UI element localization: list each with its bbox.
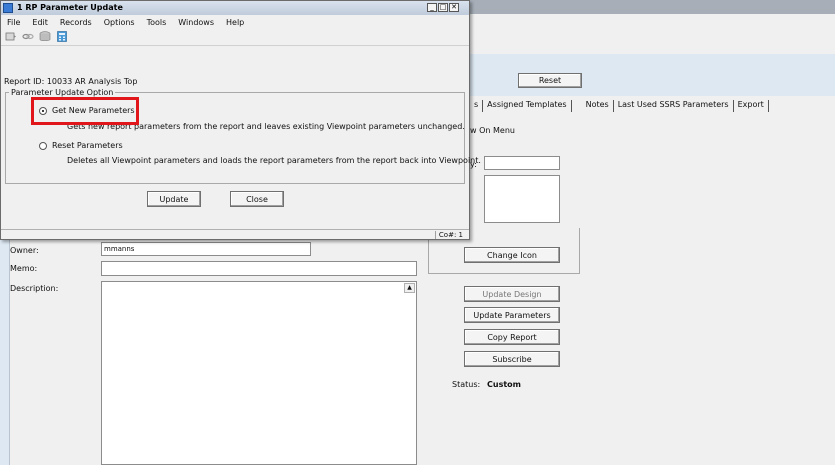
copy-report-button[interactable]: Copy Report <box>464 329 560 345</box>
icon-preview-box <box>484 175 560 223</box>
reset-parameters-label[interactable]: Reset Parameters <box>52 141 123 150</box>
memo-field[interactable] <box>101 261 417 276</box>
tab-assigned-templates[interactable]: Assigned Templates <box>483 100 572 112</box>
close-button[interactable]: Close <box>230 191 284 207</box>
menu-edit[interactable]: Edit <box>26 15 54 29</box>
dialog-title: 1 RP Parameter Update <box>17 3 123 12</box>
calculator-icon[interactable] <box>56 31 68 42</box>
menu-file[interactable]: File <box>1 15 26 29</box>
app-window-icon <box>3 3 13 13</box>
reset-parameters-description: Deletes all Viewpoint parameters and loa… <box>67 156 481 165</box>
minimize-icon[interactable]: _ <box>427 3 437 12</box>
report-id-label: Report ID: 10033 AR Analysis Top <box>4 77 138 86</box>
status-label: Status: <box>452 380 481 389</box>
tab-partial[interactable]: s <box>470 100 484 112</box>
reset-parameters-radio[interactable] <box>39 142 47 150</box>
menu-records[interactable]: Records <box>54 15 98 29</box>
y-field[interactable] <box>484 156 560 170</box>
menu-tools[interactable]: Tools <box>141 15 173 29</box>
selection-highlight-box <box>31 97 139 125</box>
subscribe-button[interactable]: Subscribe <box>464 351 560 367</box>
show-on-menu-label: w On Menu <box>470 126 515 135</box>
company-number-status: Co#: 1 <box>434 231 463 239</box>
maximize-icon[interactable]: □ <box>438 3 448 12</box>
option-group-title: Parameter Update Option <box>9 88 116 97</box>
menu-options[interactable]: Options <box>98 15 141 29</box>
tab-strip: s Assigned Templates Notes Last Used SSR… <box>470 100 769 112</box>
change-icon-button[interactable]: Change Icon <box>464 247 560 263</box>
database-icon[interactable] <box>39 31 51 42</box>
menu-help[interactable]: Help <box>220 15 250 29</box>
owner-field[interactable]: mmanns <box>101 242 311 256</box>
memo-label: Memo: <box>10 264 38 273</box>
close-window-icon[interactable]: ✕ <box>449 3 459 12</box>
update-design-button[interactable]: Update Design <box>464 286 560 302</box>
update-button[interactable]: Update <box>147 191 201 207</box>
reset-button[interactable]: Reset <box>518 73 582 88</box>
update-parameters-button[interactable]: Update Parameters <box>464 307 560 323</box>
status-value: Custom <box>487 380 521 389</box>
scroll-up-arrow-icon[interactable]: ▲ <box>404 283 415 293</box>
dialog-toolbar <box>1 29 469 46</box>
link-icon[interactable] <box>22 31 34 42</box>
dialog-status-bar: Co#: 1 <box>1 229 469 242</box>
tab-export[interactable]: Export <box>734 100 769 112</box>
tab-notes[interactable]: Notes <box>572 100 614 112</box>
description-label: Description: <box>10 284 59 293</box>
tool-icon[interactable] <box>5 31 17 42</box>
dialog-menu-bar: File Edit Records Options Tools Windows … <box>1 15 469 29</box>
tab-last-used-ssrs-parameters[interactable]: Last Used SSRS Parameters <box>614 100 734 112</box>
description-field[interactable]: ▲ <box>101 281 417 465</box>
dialog-title-bar: 1 RP Parameter Update _ □ ✕ <box>1 1 469 15</box>
parameter-update-dialog: 1 RP Parameter Update _ □ ✕ File Edit Re… <box>0 0 481 242</box>
menu-windows[interactable]: Windows <box>172 15 220 29</box>
owner-label: Owner: <box>10 246 39 255</box>
